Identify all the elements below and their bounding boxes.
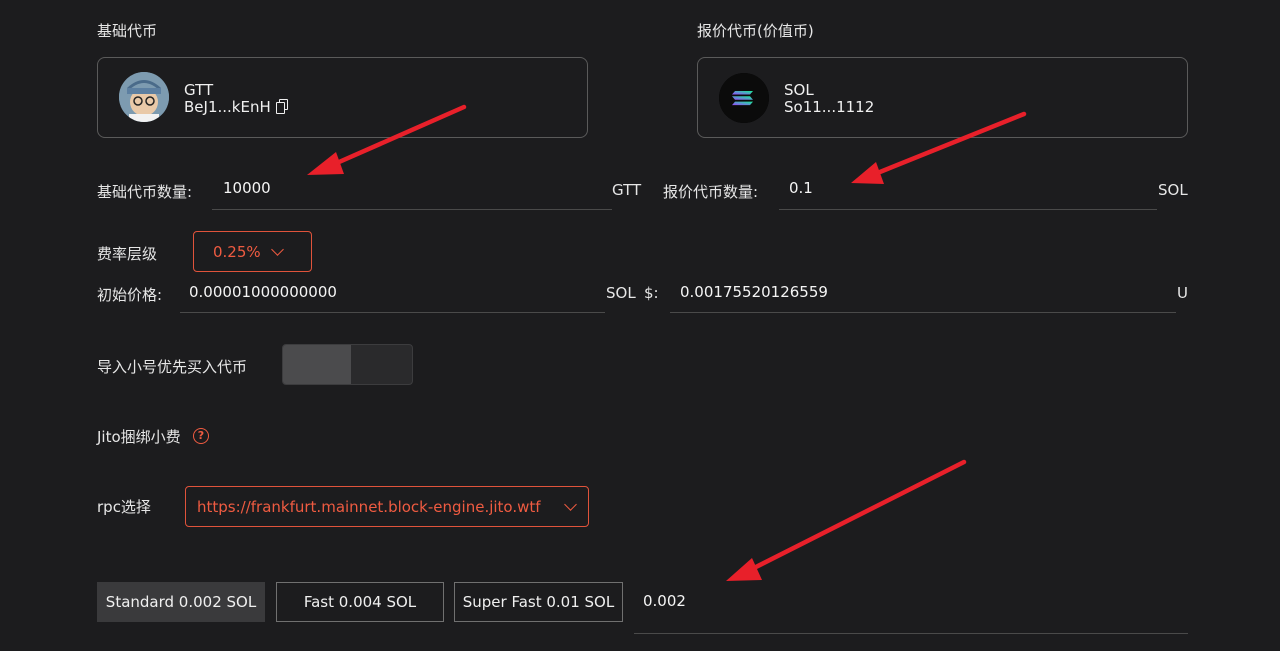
annotation-arrow-3 bbox=[745, 459, 967, 574]
fee-tier-select[interactable]: 0.25% bbox=[193, 231, 312, 272]
annotation-arrowhead-1 bbox=[307, 152, 344, 175]
quote-token-section-label: 报价代币(价值币) bbox=[697, 22, 814, 40]
chevron-down-icon bbox=[271, 243, 284, 256]
chevron-down-icon bbox=[564, 498, 577, 511]
initial-price-unit: SOL bbox=[606, 284, 636, 302]
solana-logo-icon bbox=[719, 73, 769, 123]
initial-price-underline bbox=[180, 312, 605, 313]
rpc-selected-value: https://frankfurt.mainnet.block-engine.j… bbox=[197, 498, 541, 516]
fee-tier-label: 费率层级 bbox=[97, 245, 158, 263]
quote-token-address: So11...1112 bbox=[784, 98, 875, 116]
toggle-knob bbox=[283, 345, 351, 384]
usd-price-input[interactable]: 0.00175520126559 bbox=[680, 283, 1160, 301]
base-token-address: BeJ1...kEnH bbox=[184, 98, 288, 116]
quote-token-card[interactable]: SOL So11...1112 bbox=[697, 57, 1188, 138]
import-sub-label: 导入小号优先买入代币 bbox=[97, 358, 248, 376]
fee-tier-value: 0.25% bbox=[213, 243, 261, 261]
usd-price-underline bbox=[670, 312, 1176, 313]
tip-super-fast-button[interactable]: Super Fast 0.01 SOL bbox=[454, 582, 623, 622]
initial-price-input[interactable]: 0.00001000000000 bbox=[189, 283, 589, 301]
rpc-select[interactable]: https://frankfurt.mainnet.block-engine.j… bbox=[185, 486, 589, 527]
quote-amount-input[interactable]: 0.1 bbox=[789, 179, 1149, 197]
jito-tip-label: Jito捆绑小费 bbox=[97, 428, 181, 446]
base-amount-input[interactable]: 10000 bbox=[223, 179, 603, 197]
tip-fast-button[interactable]: Fast 0.004 SOL bbox=[276, 582, 444, 622]
tip-standard-button[interactable]: Standard 0.002 SOL bbox=[97, 582, 265, 622]
tip-amount-input[interactable]: 0.002 bbox=[643, 592, 1143, 610]
base-amount-unit: GTT bbox=[612, 181, 642, 199]
copy-icon[interactable] bbox=[275, 99, 288, 114]
base-amount-label: 基础代币数量: bbox=[97, 183, 193, 201]
usd-price-unit: U bbox=[1177, 284, 1188, 302]
base-token-section-label: 基础代币 bbox=[97, 22, 158, 40]
gtt-avatar-icon bbox=[119, 72, 169, 122]
quote-amount-label: 报价代币数量: bbox=[663, 183, 759, 201]
annotation-arrowhead-3 bbox=[726, 558, 762, 581]
tip-amount-underline bbox=[634, 633, 1188, 634]
base-token-card[interactable]: GTT BeJ1...kEnH bbox=[97, 57, 588, 138]
initial-price-label: 初始价格: bbox=[97, 286, 163, 304]
import-sub-toggle[interactable] bbox=[282, 344, 413, 385]
rpc-label: rpc选择 bbox=[97, 498, 151, 516]
quote-amount-underline bbox=[779, 209, 1157, 210]
base-amount-underline bbox=[212, 209, 612, 210]
base-token-symbol: GTT bbox=[184, 81, 214, 99]
quote-token-symbol: SOL bbox=[784, 81, 814, 99]
question-icon[interactable]: ? bbox=[193, 428, 209, 444]
quote-amount-unit: SOL bbox=[1158, 181, 1188, 199]
usd-price-label: $: bbox=[644, 284, 659, 302]
